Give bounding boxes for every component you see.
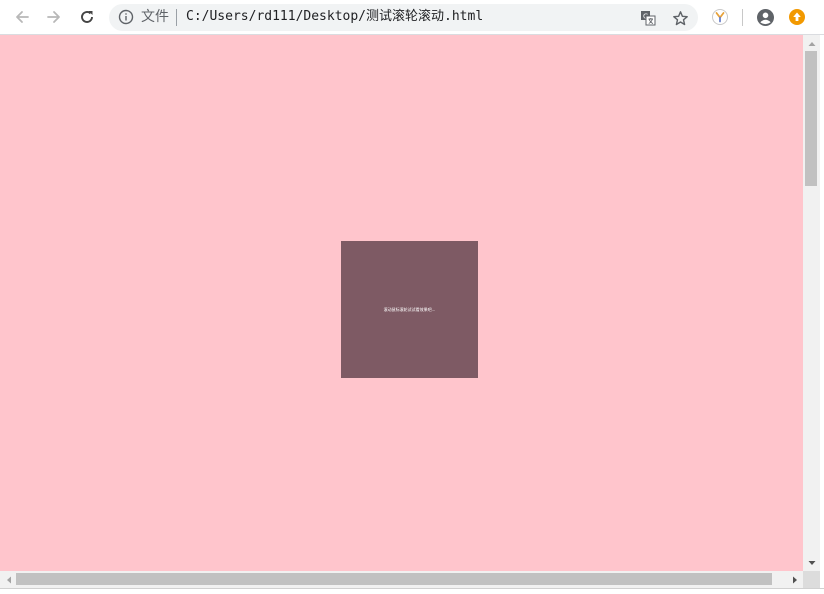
star-icon <box>672 10 688 25</box>
update-icon <box>789 9 805 25</box>
scroll-right-button[interactable] <box>786 571 803 588</box>
center-box: 滚动鼠标滚轮试试看效果吧... <box>341 241 478 378</box>
vertical-scrollbar[interactable] <box>803 35 820 571</box>
translate-icon: G <box>641 11 656 26</box>
horizontal-scroll-thumb[interactable] <box>16 573 772 585</box>
arrow-forward-icon <box>47 11 60 23</box>
update-button[interactable] <box>784 5 810 29</box>
chevron-right-icon <box>792 576 797 583</box>
browser-window: 文件 C:/Users/rd111/Desktop/测试滚轮滚动.html G <box>0 0 824 594</box>
vertical-scroll-thumb[interactable] <box>805 51 817 186</box>
omnibox-divider <box>176 9 177 26</box>
address-bar[interactable]: 文件 C:/Users/rd111/Desktop/测试滚轮滚动.html G <box>109 4 698 31</box>
window-bottom-edge <box>0 588 824 594</box>
account-button[interactable] <box>752 5 778 29</box>
chevron-up-icon <box>808 41 815 46</box>
url-text[interactable]: C:/Users/rd111/Desktop/测试滚轮滚动.html <box>186 8 483 26</box>
reload-button[interactable] <box>74 5 100 29</box>
extension-y-icon <box>712 9 728 25</box>
scroll-up-button[interactable] <box>803 35 820 52</box>
arrow-back-icon <box>16 11 29 23</box>
info-icon[interactable] <box>118 9 134 25</box>
account-icon <box>756 8 774 26</box>
browser-toolbar: 文件 C:/Users/rd111/Desktop/测试滚轮滚动.html G <box>0 0 824 35</box>
scrollbar-corner <box>803 571 820 588</box>
chevron-left-icon <box>6 576 11 583</box>
forward-button[interactable] <box>41 5 67 29</box>
scroll-left-button[interactable] <box>0 571 17 588</box>
reload-icon <box>81 11 93 23</box>
translate-button[interactable]: G <box>638 8 658 28</box>
page-viewport[interactable]: 滚动鼠标滚轮试试看效果吧... <box>0 35 803 571</box>
scroll-down-button[interactable] <box>803 554 820 571</box>
extension-button[interactable] <box>707 5 733 29</box>
security-label: 文件 <box>141 9 169 25</box>
bookmark-button[interactable] <box>670 8 690 28</box>
horizontal-scrollbar[interactable] <box>0 571 803 588</box>
window-right-edge <box>820 35 824 594</box>
chevron-down-icon <box>808 560 815 565</box>
center-box-text: 滚动鼠标滚轮试试看效果吧... <box>383 306 436 312</box>
back-button[interactable] <box>9 5 35 29</box>
toolbar-separator <box>742 9 743 26</box>
